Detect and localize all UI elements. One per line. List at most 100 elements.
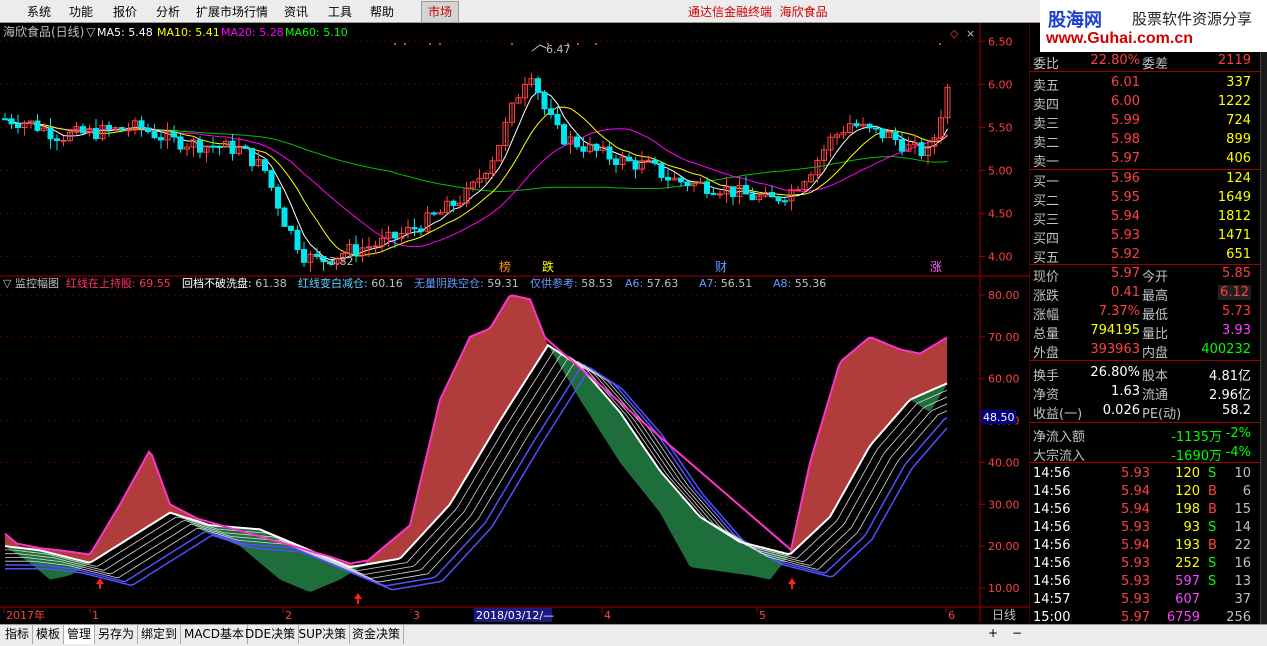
quote-divider bbox=[1030, 71, 1267, 72]
stat-value-2: 58.2 bbox=[1222, 403, 1251, 418]
indicator-legend-item: 无量阴跌空仓: 59.31 bbox=[414, 276, 519, 290]
ma20-line bbox=[4, 118, 948, 248]
marker-zhang[interactable]: 涨 bbox=[930, 259, 942, 274]
ma-legend-marker: ▽ bbox=[86, 25, 96, 39]
tick-time: 14:57 bbox=[1033, 592, 1071, 607]
candle-body bbox=[80, 126, 86, 134]
x-tick-label: 2017年 bbox=[6, 608, 45, 622]
stat-row: 收益(一) 0.026 PE(动) 58.2 bbox=[1030, 402, 1267, 422]
menu-item-news[interactable]: 资讯 bbox=[284, 3, 308, 20]
quote-scrollbar[interactable] bbox=[1260, 52, 1267, 624]
ask-price: 5.98 bbox=[1111, 132, 1140, 147]
bid-price: 5.94 bbox=[1111, 209, 1140, 224]
diamond-icon[interactable]: ◇ bbox=[950, 27, 959, 40]
indicator-tick-label: 80.00 bbox=[988, 289, 1020, 302]
menu-item-quote[interactable]: 报价 bbox=[113, 3, 137, 20]
candle-body bbox=[249, 147, 255, 167]
market-button[interactable]: 市场 bbox=[421, 1, 459, 23]
tick-side: B bbox=[1208, 502, 1217, 517]
bottom-tab-2[interactable]: 管理 bbox=[64, 625, 96, 644]
marker-bang[interactable]: 榜 bbox=[499, 259, 511, 274]
ma5-label: MA5: 5.48 bbox=[97, 26, 153, 39]
candle-body bbox=[782, 200, 788, 203]
signal-dot bbox=[439, 43, 441, 45]
candle-body bbox=[697, 181, 704, 184]
signal-dots bbox=[394, 43, 941, 45]
indicator-tick-label: 20.00 bbox=[988, 540, 1020, 553]
x-tick-label: 4 bbox=[604, 609, 611, 622]
candle-body bbox=[606, 146, 613, 160]
window-title: 通达信金融终端 海欣食品 bbox=[688, 3, 828, 20]
period-label[interactable]: 日线 bbox=[992, 608, 1016, 622]
indicator-y-axis: 80.0070.0060.0050.0040.0030.0020.0010.00 bbox=[980, 289, 1020, 595]
tick-time: 14:56 bbox=[1033, 556, 1071, 571]
tick-volume: 6759 bbox=[1166, 610, 1200, 625]
tick-side: S bbox=[1208, 520, 1217, 535]
indicator-legend-item: 红线在上持股: 69.55 bbox=[66, 276, 171, 290]
stat-row: 净资 1.63 流通 2.96亿 bbox=[1030, 383, 1267, 403]
menu-item-function[interactable]: 功能 bbox=[69, 3, 93, 20]
tick-price: 5.93 bbox=[1121, 556, 1150, 571]
candle-body bbox=[210, 145, 216, 148]
bottom-tab-3[interactable]: 另存为 bbox=[95, 625, 139, 644]
candle-body bbox=[294, 229, 301, 251]
menu-item-system[interactable]: 系统 bbox=[27, 3, 51, 20]
candle-body bbox=[769, 192, 775, 198]
buy-arrow-icon bbox=[96, 578, 104, 589]
signal-dot bbox=[394, 43, 396, 45]
menu-item-analysis[interactable]: 分析 bbox=[156, 3, 180, 20]
ask-row: 卖三 5.99 724 bbox=[1030, 112, 1267, 132]
zoom-in-button[interactable]: + bbox=[985, 626, 1001, 640]
ask-label: 卖四 bbox=[1033, 98, 1060, 113]
stat-label-1: 收益(一) bbox=[1033, 407, 1083, 422]
candle-body bbox=[314, 253, 320, 257]
ask-volume: 724 bbox=[1226, 113, 1251, 128]
candle-body bbox=[54, 138, 60, 142]
tick-price: 5.93 bbox=[1121, 466, 1150, 481]
menu-item-tools[interactable]: 工具 bbox=[328, 3, 352, 20]
price-tick-label: 5.00 bbox=[988, 164, 1013, 177]
candle-body bbox=[411, 227, 418, 230]
marker-cai[interactable]: 财 bbox=[715, 260, 727, 274]
stat-row: 涨跌 0.41 最高 6.12 bbox=[1030, 284, 1267, 304]
weibi-row: 委比 22.80% 委差 2119 bbox=[1030, 52, 1267, 72]
low-price-label: 3.82 bbox=[329, 255, 354, 268]
kline-chart[interactable]: 海欣食品(日线) ▽ MA5: 5.48 MA10: 5.41 MA20: 5.… bbox=[0, 23, 1030, 623]
bottom-tab-4[interactable]: 绑定到 bbox=[138, 625, 182, 644]
signal-dot bbox=[595, 43, 597, 45]
indicator-tick-label: 30.00 bbox=[988, 498, 1020, 511]
tick-row: 14:56 5.93 252 S 16 bbox=[1030, 555, 1267, 574]
bid-price: 5.92 bbox=[1111, 247, 1140, 262]
tick-volume: 252 bbox=[1175, 556, 1200, 571]
ask-price: 6.00 bbox=[1111, 94, 1140, 109]
bottom-tab-5[interactable]: MACD基本 bbox=[181, 625, 248, 644]
menu-item-help[interactable]: 帮助 bbox=[370, 3, 394, 20]
ask-volume: 1222 bbox=[1217, 94, 1251, 109]
ask-row: 卖四 6.00 1222 bbox=[1030, 93, 1267, 113]
ask-volume: 406 bbox=[1226, 151, 1251, 166]
candle-body bbox=[119, 127, 125, 131]
ask-price: 5.97 bbox=[1111, 151, 1140, 166]
quote-divider bbox=[1030, 360, 1267, 361]
candle-body bbox=[899, 139, 905, 152]
stat-label-1: 外盘 bbox=[1033, 346, 1060, 361]
bottom-tab-8[interactable]: 资金决策 bbox=[349, 625, 405, 644]
candle-body bbox=[541, 91, 548, 110]
bottom-tab-1[interactable]: 模板 bbox=[33, 625, 65, 644]
candle-body bbox=[580, 146, 587, 152]
bottom-tab-0[interactable]: 指标 bbox=[2, 625, 34, 644]
tick-price: 5.93 bbox=[1121, 592, 1150, 607]
zoom-out-button[interactable]: − bbox=[1009, 626, 1025, 640]
x-tick-label: 1 bbox=[92, 609, 99, 622]
bottom-tab-7[interactable]: SUP决策 bbox=[296, 625, 351, 644]
bid-label: 买四 bbox=[1033, 232, 1060, 247]
flow-row: 大宗流入 -1690万 -4% bbox=[1030, 444, 1267, 464]
price-tick-label: 6.00 bbox=[988, 78, 1013, 91]
menu-item-extended-market[interactable]: 扩展市场行情 bbox=[196, 3, 268, 20]
stat-label-1: 净资 bbox=[1033, 388, 1060, 403]
bottom-tab-6[interactable]: DDE决策 bbox=[242, 625, 300, 644]
marker-die[interactable]: 跌 bbox=[542, 259, 554, 274]
bid-volume: 1471 bbox=[1217, 228, 1251, 243]
close-icon[interactable]: × bbox=[966, 27, 975, 40]
candle-body bbox=[632, 160, 639, 170]
